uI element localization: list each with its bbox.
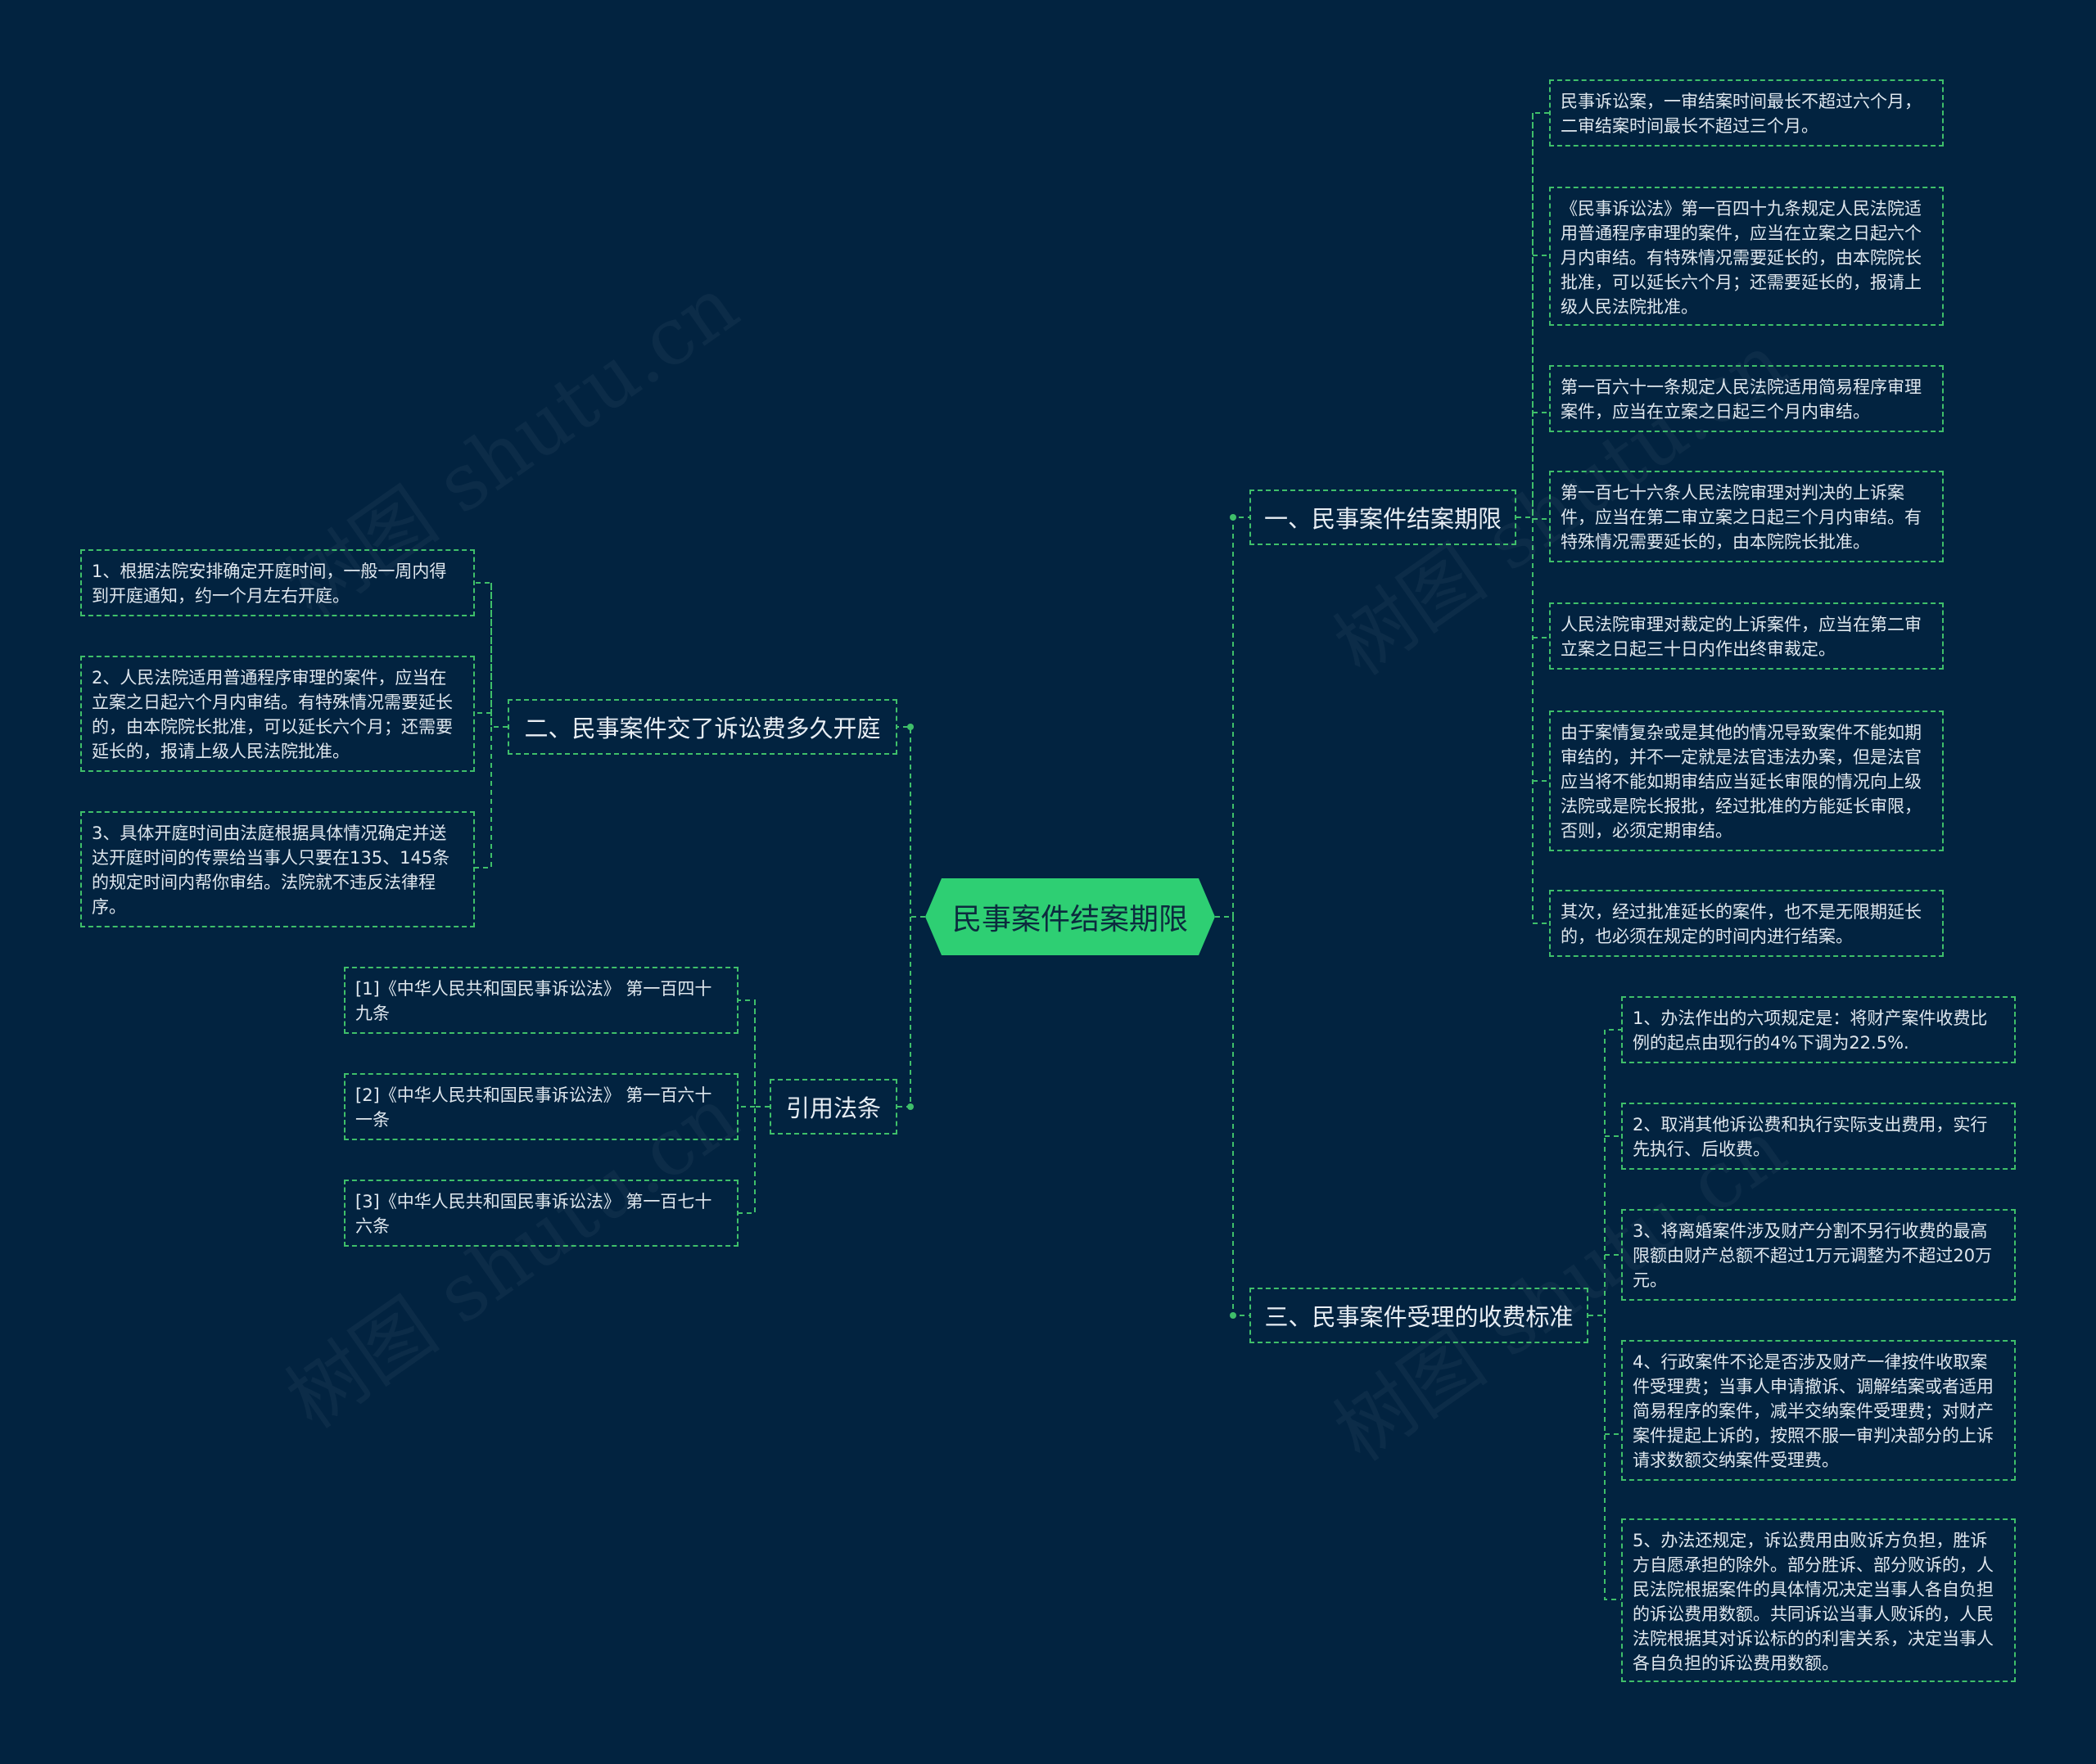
leaf-node[interactable]: [1]《中华人民共和国民事诉讼法》 第一百四十九条 (344, 967, 739, 1034)
leaf-node[interactable]: 其次，经过批准延长的案件，也不是无限期延长的，也必须在规定的时间内进行结案。 (1549, 890, 1944, 957)
leaf-node[interactable]: 5、办法还规定，诉讼费用由败诉方负担，胜诉方自愿承担的除外。部分胜诉、部分败诉的… (1621, 1518, 2016, 1682)
branch-case-closing-period[interactable]: 一、民事案件结案期限 (1249, 489, 1516, 545)
leaf-node[interactable]: 3、具体开庭时间由法庭根据具体情况确定并送达开庭时间的传票给当事人只要在135、… (80, 811, 475, 927)
leaf-node[interactable]: 民事诉讼案，一审结案时间最长不超过六个月，二审结案时间最长不超过三个月。 (1549, 79, 1944, 147)
leaf-node[interactable]: 2、取消其他诉讼费和执行实际支出费用，实行先执行、后收费。 (1621, 1103, 2016, 1170)
leaf-node[interactable]: 1、根据法院安排确定开庭时间，一般一周内得到开庭通知，约一个月左右开庭。 (80, 549, 475, 616)
branch-hearing-time[interactable]: 二、民事案件交了诉讼费多久开庭 (508, 699, 897, 755)
leaf-node[interactable]: 4、行政案件不论是否涉及财产一律按件收取案件受理费；当事人申请撤诉、调解结案或者… (1621, 1340, 2016, 1481)
leaf-node[interactable]: 由于案情复杂或是其他的情况导致案件不能如期审结的，并不一定就是法官违法办案，但是… (1549, 711, 1944, 851)
leaf-node[interactable]: [2]《中华人民共和国民事诉讼法》 第一百六十一条 (344, 1073, 739, 1140)
leaf-node[interactable]: 人民法院审理对裁定的上诉案件，应当在第二审立案之日起三十日内作出终审裁定。 (1549, 602, 1944, 670)
leaf-node[interactable]: 《民事诉讼法》第一百四十九条规定人民法院适用普通程序审理的案件，应当在立案之日起… (1549, 187, 1944, 326)
leaf-node[interactable]: [3]《中华人民共和国民事诉讼法》 第一百七十六条 (344, 1180, 739, 1247)
leaf-node[interactable]: 第一百六十一条规定人民法院适用简易程序审理案件，应当在立案之日起三个月内审结。 (1549, 365, 1944, 432)
leaf-node[interactable]: 2、人民法院适用普通程序审理的案件，应当在立案之日起六个月内审结。有特殊情况需要… (80, 656, 475, 772)
branch-cited-laws[interactable]: 引用法条 (770, 1079, 897, 1135)
leaf-node[interactable]: 第一百七十六条人民法院审理对判决的上诉案件，应当在第二审立案之日起三个月内审结。… (1549, 471, 1944, 562)
leaf-node[interactable]: 3、将离婚案件涉及财产分割不另行收费的最高限额由财产总额不超过1万元调整为不超过… (1621, 1209, 2016, 1301)
branch-fee-standard[interactable]: 三、民事案件受理的收费标准 (1249, 1288, 1588, 1343)
root-node[interactable]: 民事案件结案期限 (930, 878, 1210, 955)
leaf-node[interactable]: 1、办法作出的六项规定是：将财产案件收费比例的起点由现行的4%下调为22.5%. (1621, 996, 2016, 1063)
